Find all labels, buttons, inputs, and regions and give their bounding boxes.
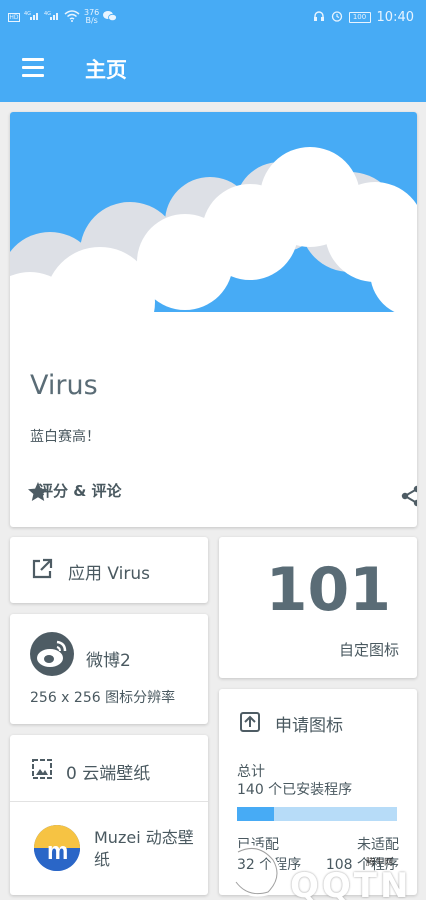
svg-text:m: m: [47, 838, 68, 865]
rate-review-button[interactable]: 评分 & 评论: [26, 480, 122, 501]
icon-count-number: 101: [265, 555, 391, 625]
watermark-small-text: 腾牛网: [366, 858, 394, 868]
total-label: 总计: [237, 764, 265, 780]
watermark-logo-icon: [228, 842, 288, 900]
request-icons-label: 申请图标: [275, 716, 343, 736]
progress-fill: [237, 807, 274, 821]
wifi-icon: [64, 9, 80, 25]
app-name: Virus: [30, 370, 98, 401]
adaptation-progress-bar: [237, 807, 397, 821]
wallpaper-card: 0 云端壁纸 m Muzei 动态壁纸: [10, 735, 208, 895]
hd-badge: HD: [8, 12, 20, 22]
apply-theme-label: 应用 Virus: [68, 564, 151, 584]
icon-resolution: 256 x 256 图标分辨率: [30, 690, 176, 706]
status-right: 100 10:40: [313, 10, 414, 25]
rate-review-label: 评分 & 评论: [38, 482, 122, 500]
request-upload-icon: [239, 711, 261, 737]
weibo-icon-card[interactable]: 微博2 256 x 256 图标分辨率: [10, 614, 208, 724]
apply-theme-card[interactable]: 应用 Virus: [10, 537, 208, 603]
not-adapted-label: 未适配: [357, 837, 399, 853]
icon-count-card[interactable]: 101 自定图标: [219, 537, 417, 678]
battery-indicator: 100: [348, 12, 371, 23]
cloud-header-illustration: [10, 112, 417, 412]
watermark-text: QQTN: [290, 866, 412, 900]
alarm-icon: [331, 10, 343, 25]
net-speed: 376 B/s: [84, 8, 100, 25]
cloud-wallpaper-label[interactable]: 0 云端壁纸: [66, 759, 150, 784]
open-external-icon: [30, 557, 54, 585]
weibo-icon: [30, 632, 74, 676]
icon-count-label: 自定图标: [338, 641, 399, 659]
app-tagline: 蓝白赛高！: [30, 429, 100, 445]
app-bar: 主页: [0, 36, 426, 102]
headset-icon: [313, 10, 325, 25]
page-title: 主页: [85, 58, 127, 82]
hero-card: Virus 蓝白赛高！ 评分 & 评论: [10, 112, 417, 527]
sb-4g-2: 4G: [44, 11, 51, 17]
card-divider: [10, 801, 208, 802]
status-time: 10:40: [376, 10, 414, 25]
menu-icon[interactable]: [22, 58, 44, 78]
signal-icon-1: 4G: [24, 10, 40, 24]
wallpaper-icon: [30, 757, 54, 785]
muzei-wallpaper-label[interactable]: Muzei 动态壁纸: [94, 827, 200, 871]
muzei-logo-icon: m: [34, 825, 80, 871]
weibo-icon-name: 微博2: [86, 651, 131, 671]
status-left: HD 4G 4G 376 B/s: [8, 8, 118, 25]
signal-icon-2: 4G: [44, 10, 60, 24]
sb-4g-1: 4G: [24, 11, 31, 17]
wechat-icon: [103, 10, 118, 25]
total-value: 140 个已安装程序: [237, 782, 353, 798]
status-bar: HD 4G 4G 376 B/s 100 10:40: [0, 0, 426, 36]
